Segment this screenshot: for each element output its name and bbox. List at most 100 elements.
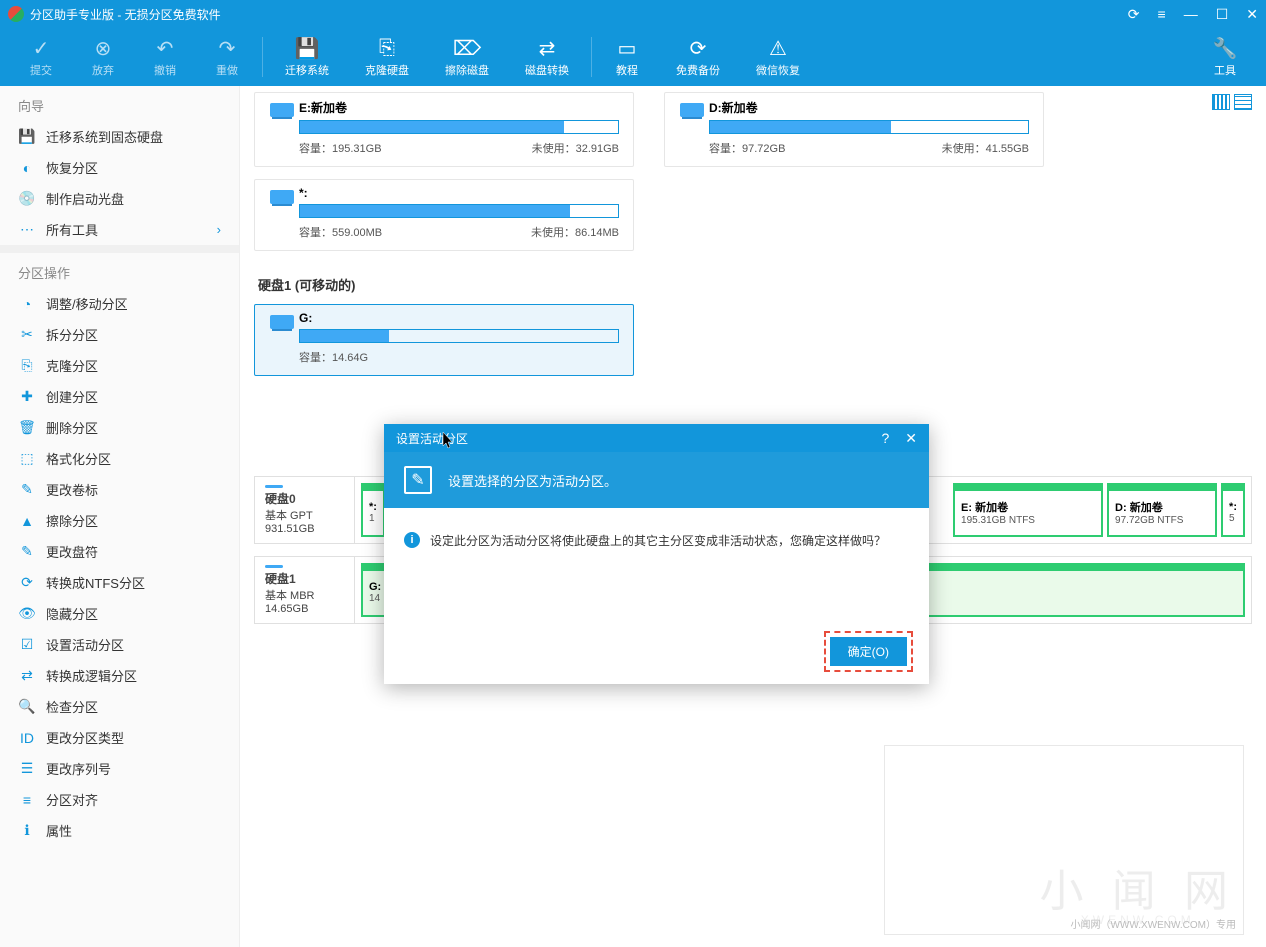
sidebar-item-恢复分区[interactable]: ◐恢复分区 <box>0 152 239 183</box>
partition-name: E:新加卷 <box>299 99 619 116</box>
view-toggle <box>1212 94 1252 110</box>
list-view-icon[interactable] <box>1234 94 1252 110</box>
sidebar-icon: ☑ <box>18 636 36 654</box>
usage-bar <box>299 329 619 343</box>
toolbar-label: 工具 <box>1214 62 1236 78</box>
sidebar-item-设置活动分区[interactable]: ☑ 设置活动分区 <box>0 629 239 660</box>
sidebar-item-制作启动光盘[interactable]: 💿制作启动光盘 <box>0 183 239 214</box>
capacity-label: 容量：14.64G <box>299 349 368 365</box>
partition-name: G: <box>299 311 619 325</box>
app-logo-icon <box>8 6 24 22</box>
sidebar-item-创建分区[interactable]: ✚ 创建分区 <box>0 381 239 412</box>
sidebar-item-格式化分区[interactable]: ⬚格式化分区 <box>0 443 239 474</box>
toolbar-擦除磁盘[interactable]: ⌦擦除磁盘 <box>427 32 507 82</box>
toolbar-免费备份[interactable]: ⟳免费备份 <box>658 32 738 82</box>
sidebar-item-擦除分区[interactable]: ▲擦除分区 <box>0 505 239 536</box>
sidebar-item-迁移系统到固态硬盘[interactable]: 💾迁移系统到固态硬盘 <box>0 121 239 152</box>
sidebar-label: 检查分区 <box>46 697 98 716</box>
toolbar-label: 提交 <box>30 62 52 78</box>
disk-part[interactable]: *:5 <box>1221 483 1245 537</box>
sidebar-item-属性[interactable]: ℹ属性 <box>0 815 239 846</box>
toolbar-label: 磁盘转换 <box>525 62 569 78</box>
sidebar-item-拆分分区[interactable]: ✂拆分分区 <box>0 319 239 350</box>
sidebar-wizard-header: 向导 <box>0 86 239 121</box>
partition-card-E:新加卷[interactable]: E:新加卷 容量：195.31GB未使用：32.91GB <box>254 92 634 167</box>
toolbar-工具[interactable]: 🔧工具 <box>1194 32 1256 82</box>
disk1-header: 硬盘1 (可移动的) <box>258 275 1252 294</box>
titlebar: 分区助手专业版 - 无损分区免费软件 ⟳ ≡ — ☐ ✕ <box>0 0 1266 28</box>
toolbar-迁移系统[interactable]: 💾迁移系统 <box>267 32 347 82</box>
sidebar-label: 设置活动分区 <box>46 635 124 654</box>
disk-part-d[interactable]: D: 新加卷97.72GB NTFS <box>1107 483 1217 537</box>
toolbar-重做[interactable]: ↷重做 <box>196 32 258 82</box>
dialog-close-icon[interactable]: ✕ <box>905 430 917 447</box>
克隆硬盘-icon: ⎘ <box>374 36 400 60</box>
close-icon[interactable]: ✕ <box>1246 6 1258 23</box>
sidebar-item-转换成逻辑分区[interactable]: ⇄转换成逻辑分区 <box>0 660 239 691</box>
微信恢复-icon: ⚠ <box>765 36 791 60</box>
drive-icon <box>265 186 299 240</box>
重做-icon: ↷ <box>214 36 240 60</box>
sidebar-label: 分区对齐 <box>46 790 98 809</box>
toolbar-磁盘转换[interactable]: ⇄磁盘转换 <box>507 32 587 82</box>
sidebar-label: 转换成NTFS分区 <box>46 573 145 592</box>
disk-part[interactable]: *:1 <box>361 483 385 537</box>
sidebar-item-隐藏分区[interactable]: 👁隐藏分区 <box>0 598 239 629</box>
sidebar-item-更改分区类型[interactable]: ID更改分区类型 <box>0 722 239 753</box>
toolbar-提交[interactable]: ✓ 提交 <box>10 32 72 82</box>
usage-bar <box>299 204 619 218</box>
grid-view-icon[interactable] <box>1212 94 1230 110</box>
toolbar-label: 放弃 <box>92 62 114 78</box>
drive-icon <box>265 311 299 365</box>
menu-icon[interactable]: ≡ <box>1158 6 1166 23</box>
partition-name: *: <box>299 186 619 200</box>
sidebar-item-调整/移动分区[interactable]: ◔调整/移动分区 <box>0 288 239 319</box>
sidebar-item-检查分区[interactable]: 🔍检查分区 <box>0 691 239 722</box>
sidebar-item-删除分区[interactable]: 🗑删除分区 <box>0 412 239 443</box>
disk-info: 硬盘1基本 MBR14.65GB <box>255 557 355 623</box>
dialog-banner: ✎ 设置选择的分区为活动分区。 <box>384 452 929 508</box>
sidebar-label: 擦除分区 <box>46 511 98 530</box>
disk-icon <box>265 565 283 568</box>
sidebar-icon: ✚ <box>18 388 36 406</box>
ok-button[interactable]: 确定(O) <box>830 637 907 666</box>
dialog-help-icon[interactable]: ? <box>881 430 889 447</box>
sidebar-item-更改卷标[interactable]: ✎更改卷标 <box>0 474 239 505</box>
window-controls: ⟳ ≡ — ☐ ✕ <box>1128 6 1258 23</box>
sidebar-item-克隆分区[interactable]: ⎘克隆分区 <box>0 350 239 381</box>
sidebar-label: 调整/移动分区 <box>46 294 128 313</box>
sidebar-item-更改盘符[interactable]: ✎更改盘符 <box>0 536 239 567</box>
toolbar-label: 擦除磁盘 <box>445 62 489 78</box>
免费备份-icon: ⟳ <box>685 36 711 60</box>
sidebar-ops-header: 分区操作 <box>0 253 239 288</box>
sidebar-icon: 👁 <box>18 605 36 623</box>
watermark-foot: 小闻网（WWW.XWENW.COM）专用 <box>1070 916 1236 931</box>
toolbar-label: 迁移系统 <box>285 62 329 78</box>
toolbar-克隆硬盘[interactable]: ⎘克隆硬盘 <box>347 32 427 82</box>
partition-card-D:新加卷[interactable]: D:新加卷 容量：97.72GB未使用：41.55GB <box>664 92 1044 167</box>
提交-icon: ✓ <box>28 36 54 60</box>
sidebar-item-更改序列号[interactable]: ☰更改序列号 <box>0 753 239 784</box>
toolbar-教程[interactable]: ▭教程 <box>596 32 658 82</box>
watermark-text: 小 闻 网 <box>1040 855 1236 919</box>
sidebar-divider <box>0 245 239 253</box>
maximize-icon[interactable]: ☐ <box>1216 6 1229 23</box>
sidebar-item-转换成NTFS分区[interactable]: ⟳转换成NTFS分区 <box>0 567 239 598</box>
minimize-icon[interactable]: — <box>1184 6 1198 23</box>
refresh-icon[interactable]: ⟳ <box>1128 6 1140 23</box>
sidebar-item-分区对齐[interactable]: ≡ 分区对齐 <box>0 784 239 815</box>
sidebar-icon: ≡ <box>18 791 36 809</box>
sidebar: 向导 💾迁移系统到固态硬盘◐恢复分区💿制作启动光盘⋯所有工具› 分区操作 ◔调整… <box>0 86 240 947</box>
partition-card-G:[interactable]: G: 容量：14.64G <box>254 304 634 376</box>
sidebar-label: 创建分区 <box>46 387 98 406</box>
toolbar-微信恢复[interactable]: ⚠ 微信恢复 <box>738 32 818 82</box>
sidebar-item-所有工具[interactable]: ⋯所有工具› <box>0 214 239 245</box>
usage-bar <box>709 120 1029 134</box>
toolbar-label: 微信恢复 <box>756 62 800 78</box>
toolbar-撤销[interactable]: ↶撤销 <box>134 32 196 82</box>
sidebar-icon: ⋯ <box>18 221 36 239</box>
disk-part-e[interactable]: E: 新加卷195.31GB NTFS <box>953 483 1103 537</box>
放弃-icon: ⊗ <box>90 36 116 60</box>
toolbar-放弃[interactable]: ⊗ 放弃 <box>72 32 134 82</box>
partition-card-*:[interactable]: *: 容量：559.00MB未使用：86.14MB <box>254 179 634 251</box>
